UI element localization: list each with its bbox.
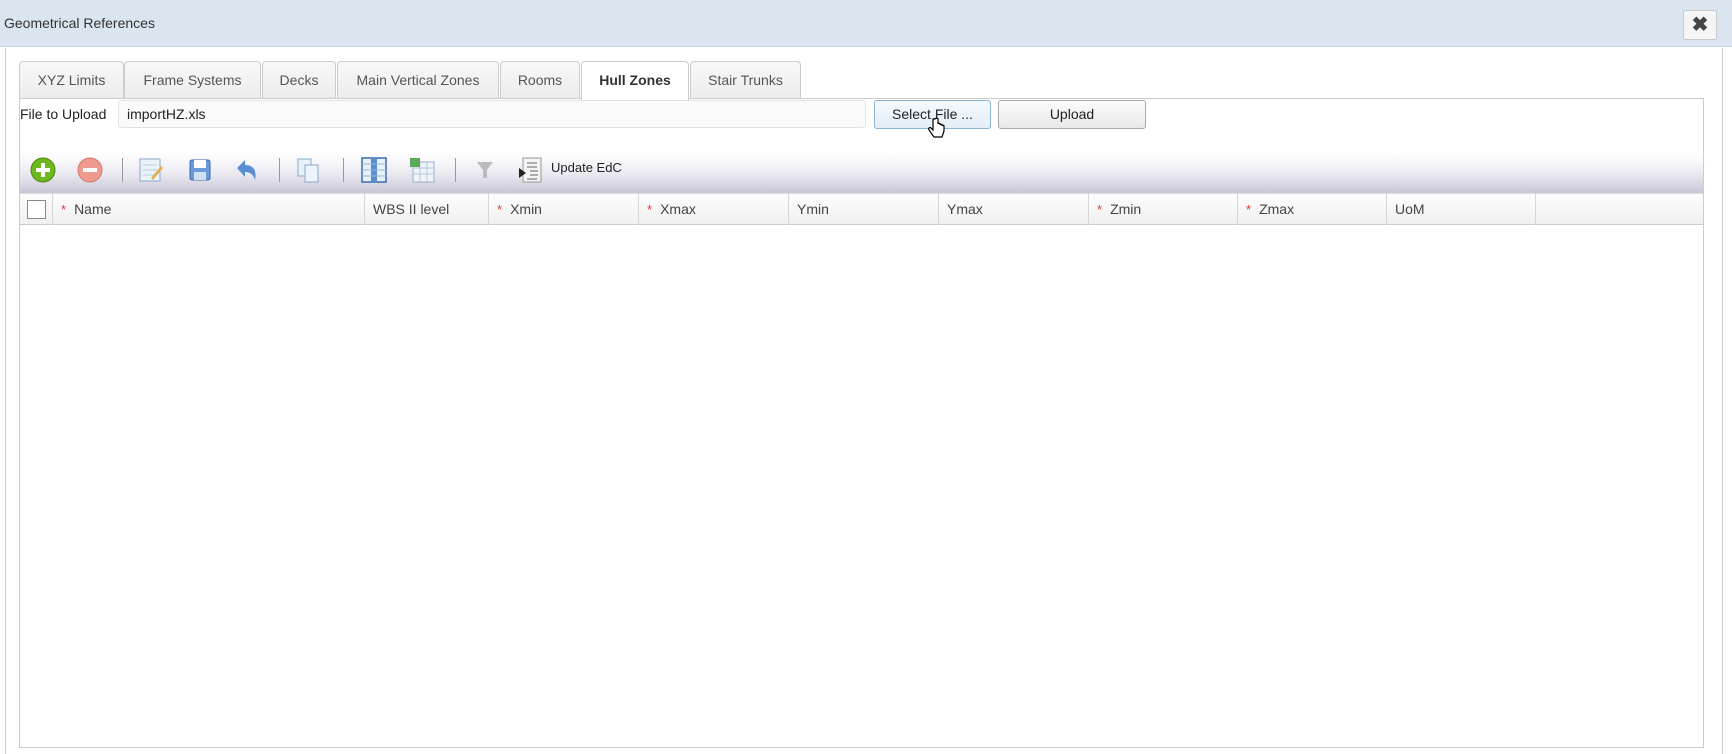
tab-rooms[interactable]: Rooms	[500, 61, 580, 99]
column-header-name[interactable]: * Name	[53, 193, 365, 225]
remove-icon[interactable]	[76, 156, 104, 184]
upload-button[interactable]: Upload	[998, 100, 1146, 129]
column-header-ymax[interactable]: Ymax	[939, 193, 1089, 225]
grid-body	[20, 226, 1703, 746]
grid-toolbar	[20, 153, 1703, 193]
toolbar-separator	[455, 158, 456, 182]
save-icon[interactable]	[186, 156, 214, 184]
tab-main-vertical-zones[interactable]: Main Vertical Zones	[337, 61, 499, 99]
column-header-zmax[interactable]: * Zmax	[1238, 193, 1387, 225]
column-header-uom[interactable]: UoM	[1387, 193, 1536, 225]
column-header-ymin[interactable]: Ymin	[789, 193, 939, 225]
tab-frame-systems[interactable]: Frame Systems	[124, 61, 261, 99]
update-edc-button[interactable]: Update EdC	[551, 160, 622, 175]
undo-icon[interactable]	[233, 156, 261, 184]
window-title: Geometrical References	[4, 15, 155, 31]
column-header-wbs-ii-level[interactable]: WBS II level	[365, 193, 489, 225]
copy-icon[interactable]	[294, 156, 322, 184]
tab-decks[interactable]: Decks	[262, 61, 336, 99]
export-excel-icon[interactable]	[408, 156, 436, 184]
toolbar-separator	[279, 158, 280, 182]
file-input[interactable]: importHZ.xls	[118, 100, 866, 128]
toolbar-separator	[122, 158, 123, 182]
column-header-xmax[interactable]: * Xmax	[639, 193, 789, 225]
columns-icon[interactable]	[360, 156, 388, 184]
filter-icon[interactable]	[471, 156, 499, 184]
close-icon: ✖	[1691, 14, 1709, 36]
update-edc-icon[interactable]	[517, 156, 545, 184]
column-header-xmin[interactable]: * Xmin	[489, 193, 639, 225]
column-header-zmin[interactable]: * Zmin	[1089, 193, 1238, 225]
close-button[interactable]: ✖	[1683, 10, 1717, 40]
hand-cursor-icon	[928, 117, 945, 138]
toolbar-separator	[343, 158, 344, 182]
tab-stair-trunks[interactable]: Stair Trunks	[690, 61, 801, 99]
add-icon[interactable]	[29, 156, 57, 184]
window-titlebar: Geometrical References ✖	[0, 0, 1732, 47]
edit-icon[interactable]	[137, 156, 165, 184]
file-upload-label: File to Upload	[20, 106, 107, 122]
tab-hull-zones[interactable]: Hull Zones	[581, 61, 689, 100]
tab-xyz-limits[interactable]: XYZ Limits	[19, 61, 124, 99]
select-all-checkbox[interactable]	[27, 200, 46, 219]
